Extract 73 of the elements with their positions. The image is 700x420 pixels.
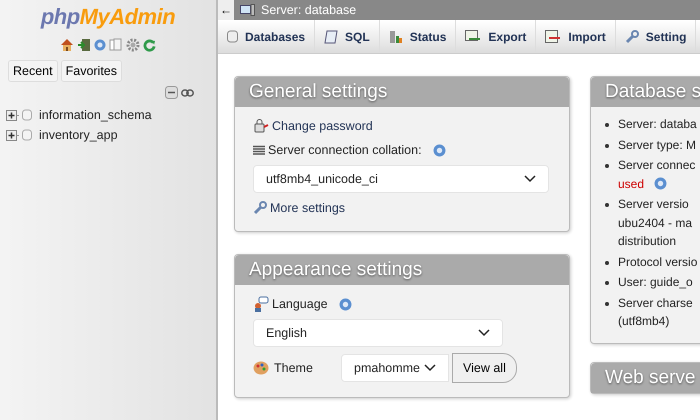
- tab[interactable]: Setting: [616, 20, 696, 53]
- theme-select[interactable]: pmahomme: [341, 354, 449, 382]
- language-label: Language: [272, 297, 328, 311]
- chevron-icon: [524, 175, 536, 183]
- link-icon[interactable]: [181, 88, 194, 96]
- help-icon[interactable]: [654, 177, 668, 190]
- language-select[interactable]: English: [253, 319, 503, 347]
- chevron-icon: [424, 364, 436, 372]
- server-title[interactable]: Server: database: [261, 3, 356, 17]
- bullet-icon: [605, 203, 609, 207]
- reload-icon[interactable]: [143, 38, 156, 52]
- wrench-icon: [624, 30, 639, 44]
- bullet-icon: [605, 123, 609, 127]
- list-icon: [253, 144, 265, 156]
- settings-icon[interactable]: [126, 38, 140, 52]
- database-icon: [22, 109, 32, 121]
- database-icon: [22, 129, 32, 141]
- change-password-link[interactable]: Change password: [272, 119, 373, 133]
- collation-select[interactable]: utf8mb4_unicode_ci: [253, 165, 549, 193]
- tab[interactable]: Export: [456, 20, 536, 53]
- bullet-icon: [605, 302, 609, 306]
- server-info-text: Server connec: [618, 157, 696, 174]
- bullet-icon: [605, 281, 609, 285]
- server-icon: [240, 4, 255, 16]
- tab[interactable]: SQL: [315, 20, 380, 53]
- server-info-text: Server: databa: [618, 116, 697, 133]
- theme-label: Theme: [274, 361, 314, 375]
- database-name[interactable]: information_schema: [39, 108, 152, 122]
- database-name[interactable]: inventory_app: [39, 128, 118, 142]
- server-info-text: Server versio: [618, 196, 690, 213]
- server-info-text: (utf8mb4): [618, 313, 670, 330]
- more-settings-link[interactable]: More settings: [270, 201, 346, 215]
- server-info-text: Server type: M: [618, 136, 696, 154]
- server-info-text: ubu2404 - ma: [618, 214, 692, 232]
- bar-chart-icon: [388, 30, 403, 44]
- help-icon[interactable]: [432, 144, 446, 156]
- view-all-button[interactable]: View all: [452, 353, 517, 383]
- sidebar-tab[interactable]: Favorites: [60, 60, 122, 82]
- help-icon[interactable]: [338, 298, 352, 310]
- lock-icon: [253, 119, 269, 133]
- sidebar-tab[interactable]: Recent: [8, 60, 58, 82]
- home-icon[interactable]: [60, 38, 74, 52]
- chevron-icon: [478, 329, 490, 337]
- palette-icon: [253, 361, 269, 375]
- help-icon[interactable]: [94, 39, 106, 51]
- server-info-text: Protocol versio: [618, 254, 698, 270]
- collation-label: Server connection collation:: [268, 143, 422, 157]
- server-info-text: User: guide_o: [618, 274, 693, 291]
- expand-icon[interactable]: [6, 110, 19, 120]
- panel-heading: Appearance settings: [235, 255, 569, 285]
- document-icon[interactable]: [109, 38, 123, 52]
- panel-heading: Web serve: [591, 362, 700, 392]
- speech-bubble-icon: [253, 296, 269, 312]
- tab[interactable]: Status: [380, 20, 456, 53]
- tab[interactable]: Databases: [218, 20, 316, 53]
- bullet-icon: [605, 164, 609, 168]
- import-icon: [545, 30, 562, 43]
- bullet-icon: [605, 260, 609, 264]
- wrench-icon: [253, 201, 267, 215]
- collapse-all-icon[interactable]: [165, 86, 178, 99]
- export-icon: [465, 30, 482, 43]
- logo: phpMyAdmin: [40, 4, 176, 30]
- expand-icon[interactable]: [6, 130, 19, 140]
- panel-heading: General settings: [235, 77, 569, 107]
- tab[interactable]: Import: [536, 20, 616, 53]
- scroll-icon: [324, 30, 338, 44]
- database-icon: [227, 30, 238, 43]
- exit-icon[interactable]: [77, 38, 91, 52]
- server-info-text: distribution: [618, 233, 678, 250]
- warning-text: used: [618, 176, 644, 192]
- back-button[interactable]: ←: [218, 0, 234, 20]
- server-info-text: Server charse: [618, 294, 693, 312]
- bullet-icon: [605, 144, 609, 148]
